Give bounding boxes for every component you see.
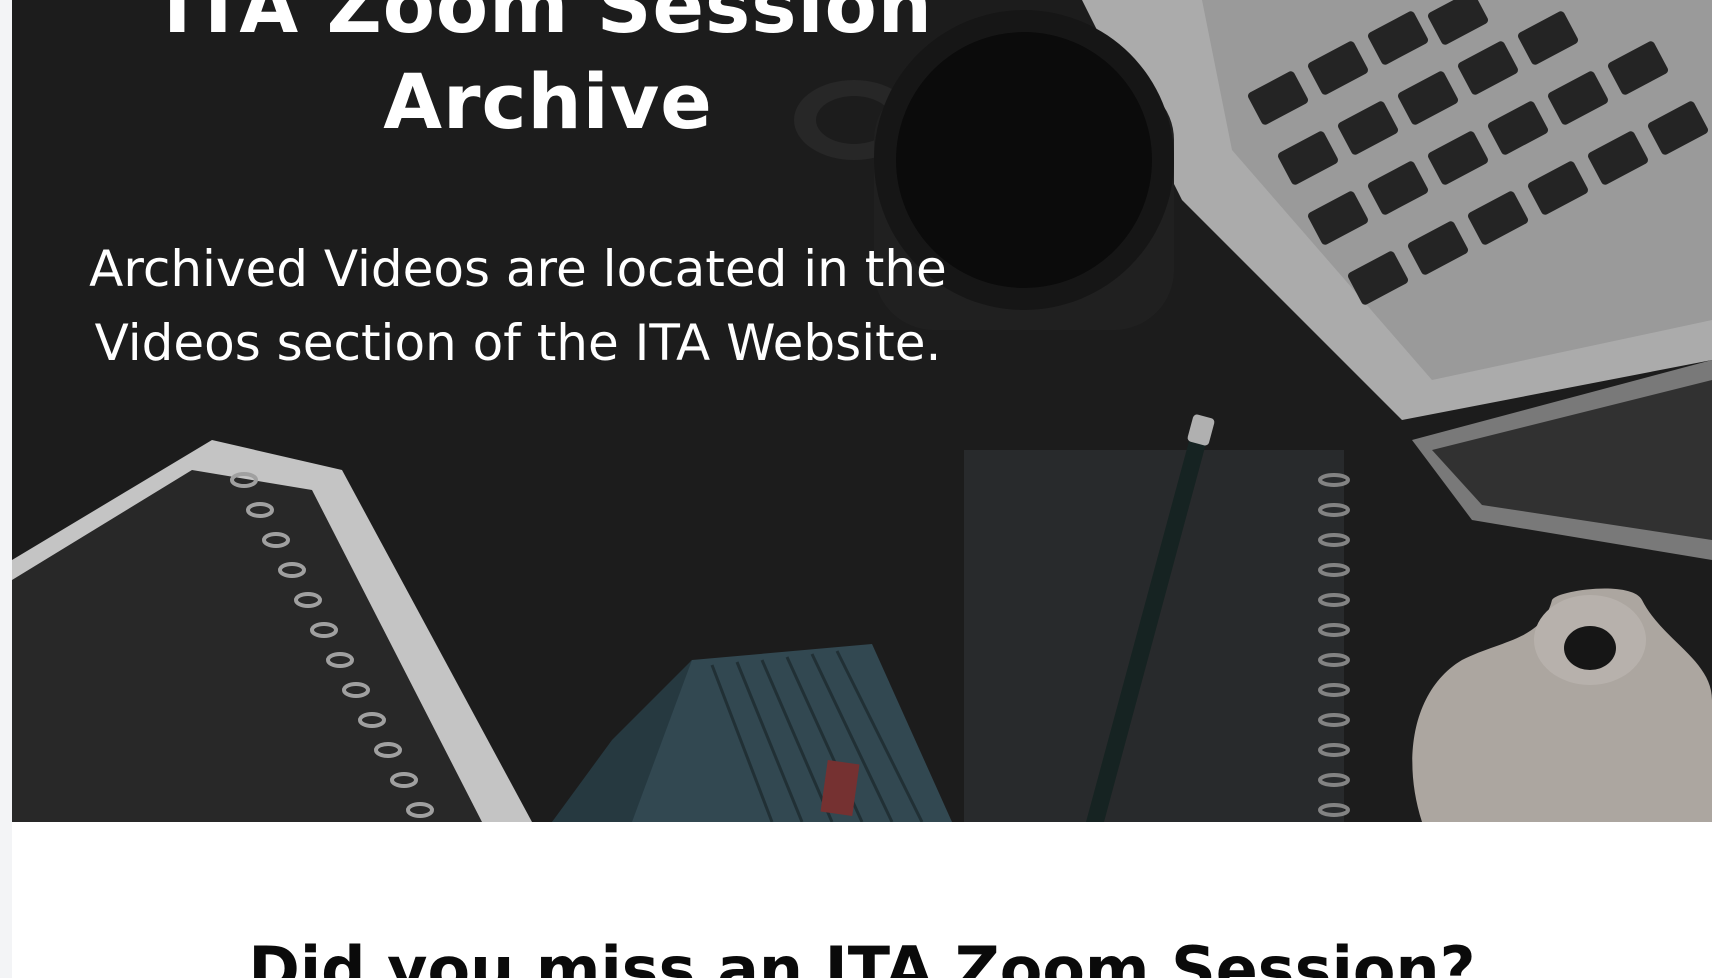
left-gutter xyxy=(0,0,12,978)
hero-banner: ITA Zoom Session Archive Archived Videos… xyxy=(12,0,1712,822)
section-heading: Did you miss an ITA Zoom Session? xyxy=(248,933,1476,978)
hero-title: ITA Zoom Session Archive xyxy=(163,0,933,146)
page: ITA Zoom Session Archive Archived Videos… xyxy=(0,0,1712,978)
hero-subtitle: Archived Videos are located in the Video… xyxy=(89,240,947,372)
